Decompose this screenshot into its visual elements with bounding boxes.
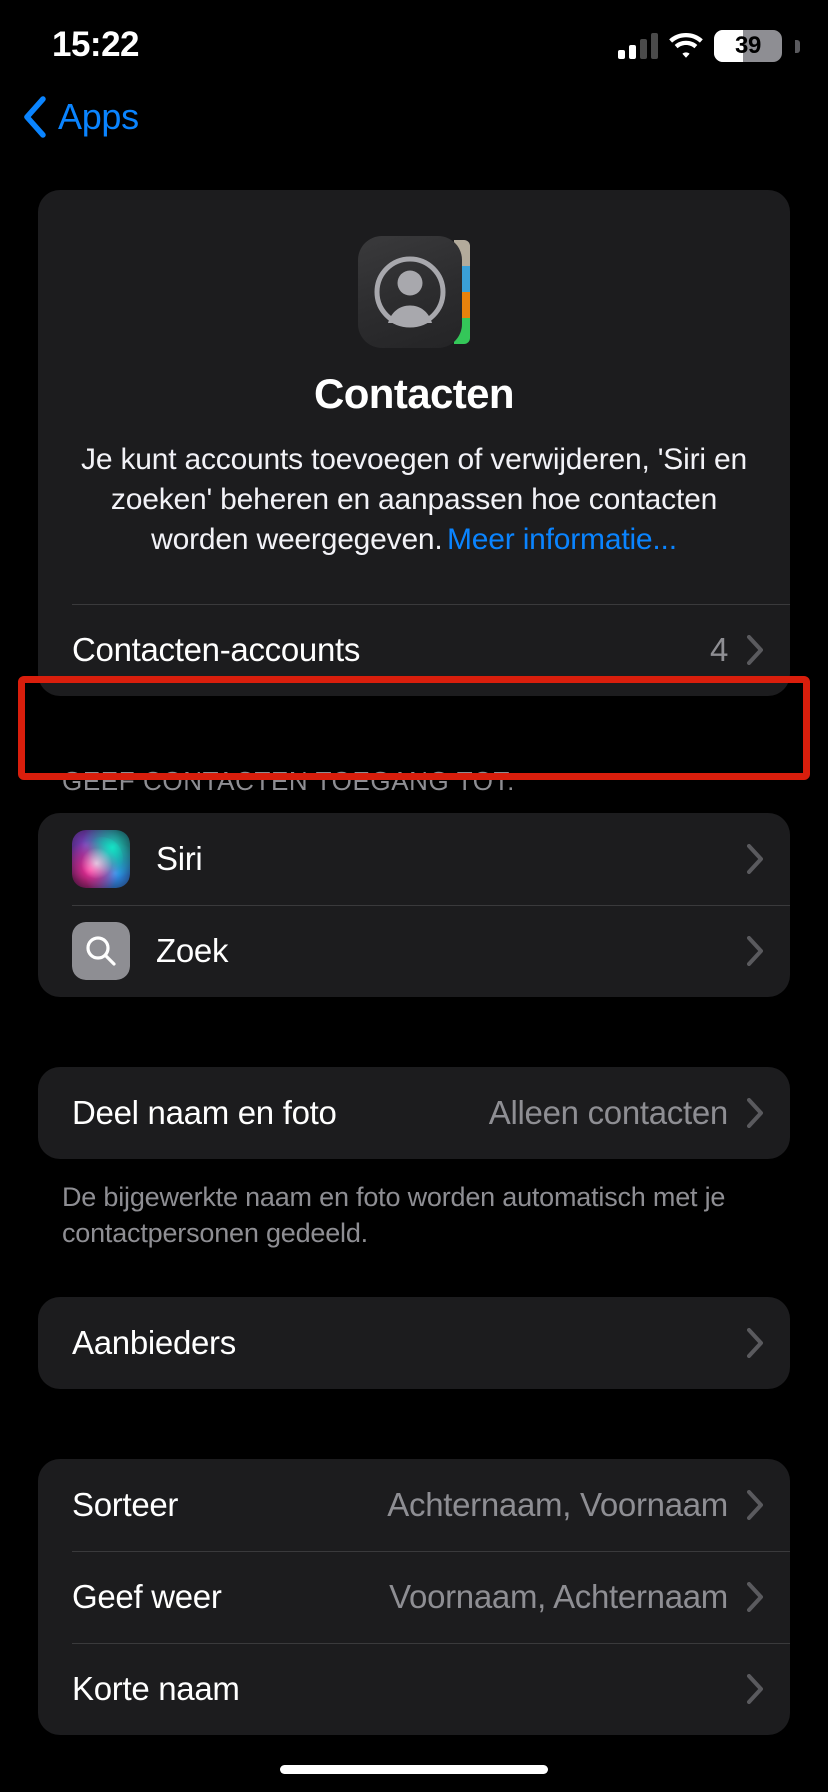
settings-list: Contacten Je kunt accounts toevoegen of … (0, 190, 828, 1735)
display-group: Sorteer Achternaam, Voornaam Geef weer V… (38, 1459, 790, 1735)
chevron-right-icon (746, 1581, 764, 1613)
share-group: Deel naam en foto Alleen contacten (38, 1067, 790, 1159)
providers-group: Aanbieders (38, 1297, 790, 1389)
chevron-right-icon (746, 843, 764, 875)
row-deel-naam-en-foto[interactable]: Deel naam en foto Alleen contacten (38, 1067, 790, 1159)
row-sorteer[interactable]: Sorteer Achternaam, Voornaam (38, 1459, 790, 1551)
status-bar-indicators: 39 (618, 30, 800, 62)
magnifier-glyph (83, 933, 119, 969)
home-indicator (280, 1765, 548, 1774)
battery-level-label: 39 (714, 30, 782, 62)
row-sorteer-label: Sorteer (72, 1486, 387, 1524)
back-button-label: Apps (58, 96, 139, 138)
cellular-bars-icon (618, 33, 658, 59)
row-siri[interactable]: Siri (38, 813, 790, 905)
status-bar: 15:22 39 (0, 0, 828, 94)
search-icon (72, 922, 130, 980)
access-section-header: GEEF CONTACTEN TOEGANG TOT: (0, 766, 828, 813)
row-aanbieders-label: Aanbieders (72, 1324, 746, 1362)
settings-contacts-screen: 15:22 39 Apps (0, 0, 828, 1792)
row-siri-label: Siri (156, 840, 746, 878)
access-group: Siri Zoek (38, 813, 790, 997)
row-geef-weer-value: Voornaam, Achternaam (389, 1578, 728, 1616)
wifi-icon (669, 33, 703, 59)
more-info-link[interactable]: Meer informatie... (447, 523, 677, 556)
chevron-right-icon (746, 1327, 764, 1359)
share-section-footer: De bijgewerkte naam en foto worden autom… (0, 1159, 828, 1251)
contacts-icon-body (358, 236, 462, 348)
app-hero: Contacten Je kunt accounts toevoegen of … (38, 190, 790, 604)
chevron-right-icon (746, 1673, 764, 1705)
row-contacten-accounts[interactable]: Contacten-accounts 4 (38, 604, 790, 696)
row-zoek-label: Zoek (156, 932, 746, 970)
chevron-right-icon (746, 1489, 764, 1521)
siri-icon (72, 830, 130, 888)
chevron-right-icon (746, 634, 764, 666)
status-bar-time: 15:22 (52, 25, 139, 65)
chevron-right-icon (746, 935, 764, 967)
row-deel-naam-en-foto-label: Deel naam en foto (72, 1094, 489, 1132)
back-button[interactable]: Apps (22, 96, 139, 138)
row-contacten-accounts-label: Contacten-accounts (72, 631, 710, 669)
battery-cap (795, 40, 800, 53)
row-deel-naam-en-foto-value: Alleen contacten (489, 1094, 728, 1132)
row-korte-naam[interactable]: Korte naam (38, 1643, 790, 1735)
row-zoek[interactable]: Zoek (38, 905, 790, 997)
row-sorteer-value: Achternaam, Voornaam (387, 1486, 728, 1524)
app-description: Je kunt accounts toevoegen of verwijdere… (80, 440, 748, 560)
row-geef-weer-label: Geef weer (72, 1578, 389, 1616)
row-aanbieders[interactable]: Aanbieders (38, 1297, 790, 1389)
battery-icon: 39 (714, 30, 782, 62)
person-circle-icon (371, 253, 449, 331)
row-contacten-accounts-value: 4 (710, 631, 728, 669)
contacts-app-icon (358, 236, 470, 348)
chevron-left-icon (22, 96, 46, 138)
row-korte-naam-label: Korte naam (72, 1670, 746, 1708)
row-geef-weer[interactable]: Geef weer Voornaam, Achternaam (38, 1551, 790, 1643)
page-title: Contacten (80, 370, 748, 418)
chevron-right-icon (746, 1097, 764, 1129)
navigation-bar: Apps (0, 96, 828, 156)
app-header-group: Contacten Je kunt accounts toevoegen of … (38, 190, 790, 696)
